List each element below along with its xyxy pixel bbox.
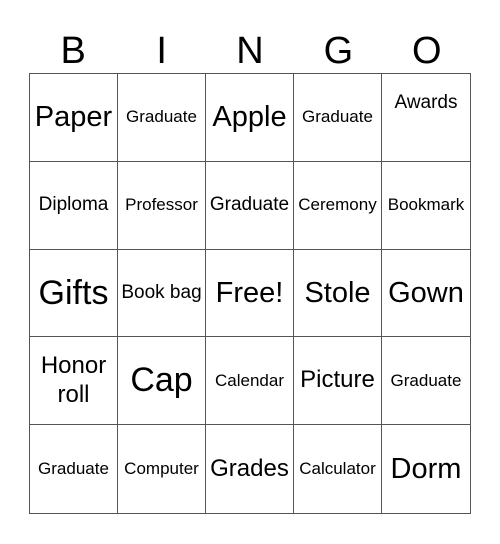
bingo-grid: Paper Graduate Apple Graduate Awards Diploma P…	[29, 73, 471, 514]
bingo-cell[interactable]: Stole	[294, 249, 382, 338]
bingo-cell[interactable]: Graduate	[30, 425, 118, 513]
bingo-cell[interactable]: Computer	[118, 425, 206, 513]
bingo-cell[interactable]: Bookmark	[382, 162, 470, 250]
bingo-cell[interactable]: Ceremony	[294, 161, 382, 250]
header-letter-n: N	[236, 30, 264, 72]
bingo-cell[interactable]: Graduate	[206, 161, 294, 250]
bingo-cell[interactable]: Picture	[294, 337, 382, 426]
bingo-cell[interactable]: Graduate	[118, 74, 206, 162]
bingo-header: B I N G O	[29, 28, 471, 74]
header-letter-i: I	[156, 30, 167, 72]
bingo-cell[interactable]: Gifts	[30, 249, 118, 338]
bingo-cell[interactable]: Gown	[382, 250, 470, 338]
bingo-cell[interactable]: Apple	[206, 74, 294, 162]
bingo-cell[interactable]: Calendar	[206, 337, 294, 426]
bingo-cell[interactable]: Diploma	[30, 161, 118, 250]
header-letter-b: B	[60, 30, 86, 72]
bingo-cell[interactable]: Graduate	[382, 337, 470, 426]
header-letter-g: G	[323, 30, 354, 72]
bingo-cell[interactable]: Professor	[118, 161, 206, 250]
bingo-cell[interactable]: Graduate	[294, 74, 382, 162]
bingo-cell[interactable]: Calculator	[294, 425, 382, 513]
bingo-cell[interactable]: Free!	[206, 249, 294, 338]
bingo-cell[interactable]: Awards	[382, 74, 470, 162]
bingo-cell[interactable]: Paper	[30, 74, 118, 162]
bingo-cell[interactable]: Book bag	[118, 249, 206, 338]
bingo-cell[interactable]: Grades	[206, 425, 294, 513]
bingo-cell[interactable]: Dorm	[382, 425, 470, 513]
bingo-cell[interactable]: Honor roll	[30, 337, 118, 426]
header-letter-o: O	[412, 30, 442, 72]
bingo-cell[interactable]: Cap	[118, 337, 206, 426]
